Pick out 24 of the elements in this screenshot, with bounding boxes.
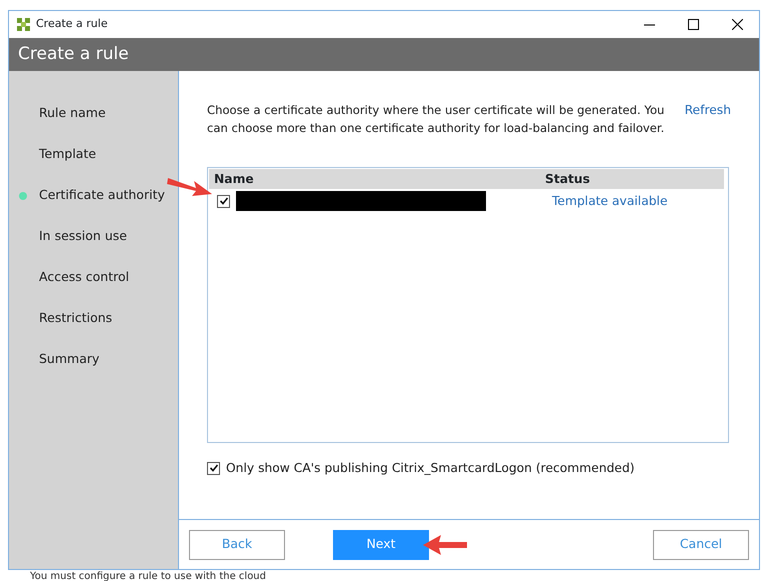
wizard-step: Access control bbox=[39, 268, 130, 287]
wizard-step: Rule name bbox=[39, 104, 106, 123]
close-icon bbox=[732, 19, 742, 30]
checkbox[interactable] bbox=[217, 194, 230, 208]
wizard-button[interactable]: Cancel bbox=[653, 530, 749, 560]
refresh-link[interactable]: Refresh bbox=[684, 101, 731, 137]
app-icon bbox=[17, 18, 30, 31]
wizard-step: Restrictions bbox=[39, 309, 112, 328]
status-text: Template available bbox=[552, 192, 668, 210]
wizard-button[interactable]: Back bbox=[189, 530, 285, 560]
checkbox-label: Only show CA's publishing Citrix_SmartcardLogon (recommended) bbox=[226, 460, 635, 477]
window-title: Create a rule bbox=[36, 16, 108, 32]
checkbox[interactable] bbox=[207, 462, 220, 475]
wizard-step: In session use bbox=[39, 227, 127, 246]
maximize-icon bbox=[688, 19, 698, 30]
column-header: Status bbox=[545, 170, 590, 188]
instruction-text: Choose a certificate authority where the user certificate will be generated. You can choose more than one certificate authority for load-balancing and failover. bbox=[207, 102, 666, 137]
wizard-step: Certificate authority bbox=[39, 186, 165, 205]
dialog-header: Create a rule bbox=[9, 38, 759, 71]
column-header: Name bbox=[213, 170, 255, 188]
wizard-step: Template bbox=[39, 145, 96, 164]
background-text: You must configure a rule to use with the cloud bbox=[30, 570, 266, 581]
wizard-button[interactable]: Next bbox=[333, 530, 429, 560]
wizard-step: Summary bbox=[39, 350, 100, 369]
